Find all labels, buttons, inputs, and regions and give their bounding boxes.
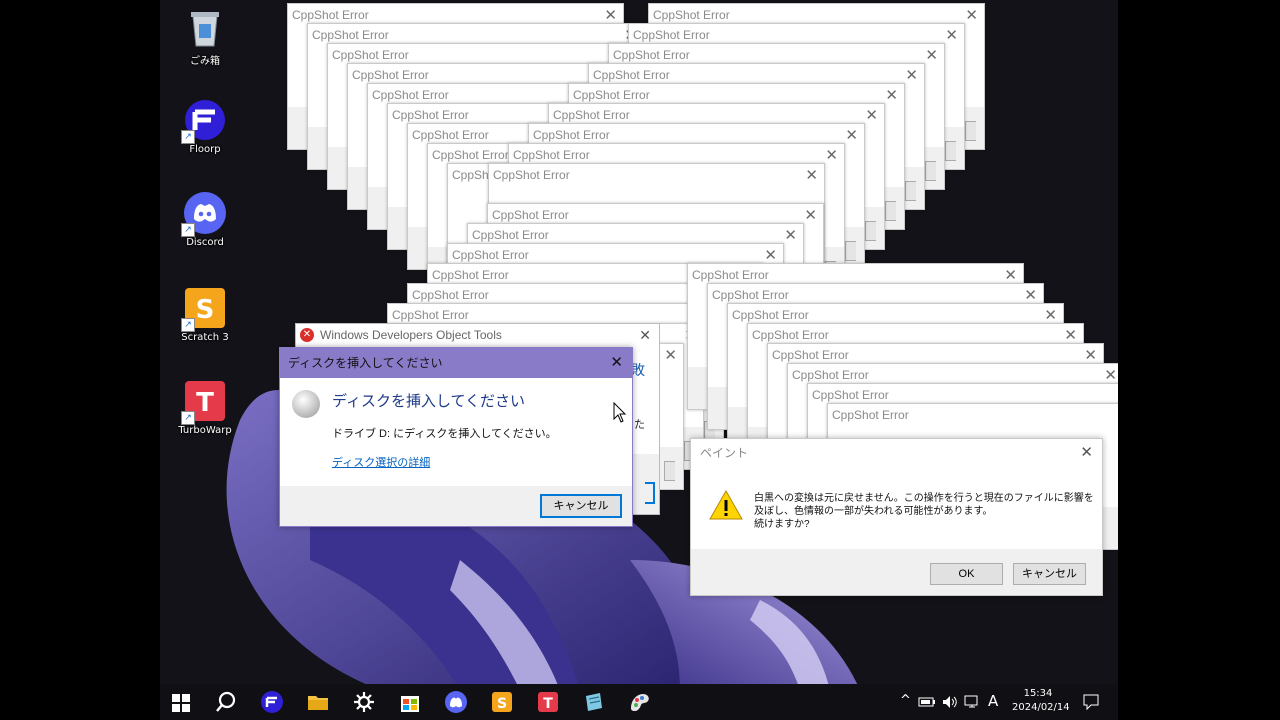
dialog-button[interactable] [965, 121, 976, 141]
desktop-icon-turbowarp[interactable]: T ↗ TurboWarp [170, 379, 240, 436]
floorp-icon[interactable] [260, 690, 284, 714]
close-button[interactable]: ✕ [639, 324, 651, 346]
notepad-icon[interactable] [582, 690, 606, 714]
paint-dialog[interactable]: ペイント ✕ 白黒への変換は元に戻せません。この操作を行うと現在のファイルに影響… [690, 438, 1103, 596]
close-button[interactable]: ✕ [905, 64, 918, 86]
dialog-heading: ディスクを挿入してください [332, 393, 526, 410]
dialog-titlebar[interactable]: ディスクを挿入してください ✕ [280, 348, 632, 378]
scratch-icon: S ↗ [181, 286, 227, 332]
dialog-button[interactable] [664, 461, 675, 481]
shortcut-arrow-icon: ↗ [181, 223, 195, 237]
shortcut-arrow-icon: ↗ [181, 130, 195, 144]
desktop-icon-label: Discord [186, 237, 224, 248]
svg-text:S: S [497, 696, 507, 712]
discord-icon: ↗ [181, 191, 227, 237]
close-button[interactable]: ✕ [885, 84, 898, 106]
close-button[interactable]: ✕ [805, 164, 818, 186]
settings-icon[interactable] [352, 690, 376, 714]
clock-time: 15:34 [1023, 688, 1053, 699]
dialog-button[interactable] [945, 141, 956, 161]
dialog-button[interactable] [845, 241, 856, 261]
message-line: 及ぼし、色情報の一部が失われる可能性があります。 [754, 506, 993, 517]
wdot-button-edge[interactable] [645, 482, 655, 504]
close-button[interactable]: ✕ [845, 124, 858, 146]
close-button[interactable]: ✕ [825, 144, 838, 166]
speaker-icon[interactable] [941, 694, 959, 710]
close-button[interactable]: ✕ [610, 348, 623, 378]
recycle-bin-icon [183, 6, 227, 50]
close-button[interactable]: ✕ [804, 204, 817, 226]
show-hidden-icons-button[interactable]: ^ [900, 693, 911, 708]
file-explorer-icon[interactable] [306, 690, 330, 714]
wdot-titlebar[interactable]: ✕ Windows Developers Object Tools ✕ [296, 324, 659, 346]
svg-text:S: S [196, 295, 215, 325]
dialog-title: ディスクを挿入してください [288, 356, 443, 370]
dialog-titlebar[interactable]: ペイント ✕ [691, 439, 1102, 467]
window-title: CppShot Error [828, 404, 1118, 426]
ok-button[interactable]: OK [930, 563, 1003, 585]
search-icon[interactable] [214, 690, 238, 714]
store-icon[interactable] [398, 690, 422, 714]
clock-date: 2024/02/14 [1012, 702, 1070, 713]
svg-text:T: T [196, 388, 214, 418]
scratch-icon[interactable]: S [490, 690, 514, 714]
desktop-icon-label: TurboWarp [178, 425, 232, 436]
close-button[interactable]: ✕ [945, 24, 958, 46]
error-icon: ✕ [300, 328, 314, 342]
close-button[interactable]: ✕ [965, 4, 978, 26]
network-icon[interactable] [963, 694, 981, 710]
wdot-title: Windows Developers Object Tools [320, 328, 502, 342]
message-line: 続けますか? [754, 519, 810, 530]
mouse-cursor [613, 402, 627, 423]
close-button[interactable]: ✕ [1080, 439, 1093, 467]
desktop-icon-label: Floorp [189, 144, 221, 155]
close-button[interactable]: ✕ [865, 104, 878, 126]
cancel-button[interactable]: キャンセル [540, 494, 622, 518]
message-line: 白黒への変換は元に戻せません。この操作を行うと現在のファイルに影響を [754, 493, 1094, 504]
dialog-button[interactable] [905, 181, 916, 201]
dialog-button[interactable] [925, 161, 936, 181]
desktop-icon-label: ごみ箱 [190, 56, 220, 67]
turbowarp-icon[interactable]: T [536, 690, 560, 714]
desktop-icon-floorp[interactable]: ↗ Floorp [170, 98, 240, 155]
desktop-icon-discord[interactable]: ↗ Discord [170, 191, 240, 248]
close-button[interactable]: ✕ [664, 344, 677, 366]
svg-text:T: T [543, 696, 553, 712]
taskbar: S T ^ A 15:34 2024/02/14 [160, 684, 1118, 720]
ime-indicator[interactable]: A [988, 692, 998, 710]
desktop-icon-recycle-bin[interactable]: ごみ箱 [170, 6, 240, 67]
paint-icon[interactable] [628, 690, 652, 714]
desktop: ごみ箱 ↗ Floorp ↗ Discord S ↗ Scratch 3 T ↗… [160, 0, 1118, 720]
disk-selection-details-link[interactable]: ディスク選択の詳細 [332, 454, 430, 470]
cancel-button[interactable]: キャンセル [1013, 563, 1086, 585]
window-title: CppShot Error [489, 164, 824, 186]
desktop-icon-label: Scratch 3 [181, 332, 229, 343]
turbowarp-icon: T ↗ [181, 379, 227, 425]
shortcut-arrow-icon: ↗ [181, 411, 195, 425]
start-icon[interactable] [169, 690, 193, 714]
close-button[interactable]: ✕ [784, 224, 797, 246]
disk-icon [292, 390, 320, 418]
close-button[interactable]: ✕ [925, 44, 938, 66]
floorp-icon: ↗ [181, 98, 227, 144]
dialog-message: 白黒への変換は元に戻せません。この操作を行うと現在のファイルに影響を 及ぼし、色… [754, 492, 1094, 531]
shortcut-arrow-icon: ↗ [181, 318, 195, 332]
battery-icon[interactable] [918, 695, 936, 709]
dialog-title: ペイント [700, 446, 749, 460]
wdot-heading-fragment: 敗 [631, 362, 645, 378]
clock[interactable]: 15:34 2024/02/14 [1012, 687, 1070, 715]
dialog-button[interactable] [865, 221, 876, 241]
discord-icon[interactable] [444, 690, 468, 714]
dialog-button[interactable] [885, 201, 896, 221]
insert-disk-dialog[interactable]: ディスクを挿入してください ✕ ディスクを挿入してください ドライブ D: にデ… [279, 347, 633, 527]
warning-icon [709, 489, 743, 526]
notification-center-icon[interactable] [1082, 693, 1100, 711]
dialog-message: ドライブ D: にディスクを挿入してください。 [332, 428, 557, 440]
desktop-icon-scratch[interactable]: S ↗ Scratch 3 [170, 286, 240, 343]
